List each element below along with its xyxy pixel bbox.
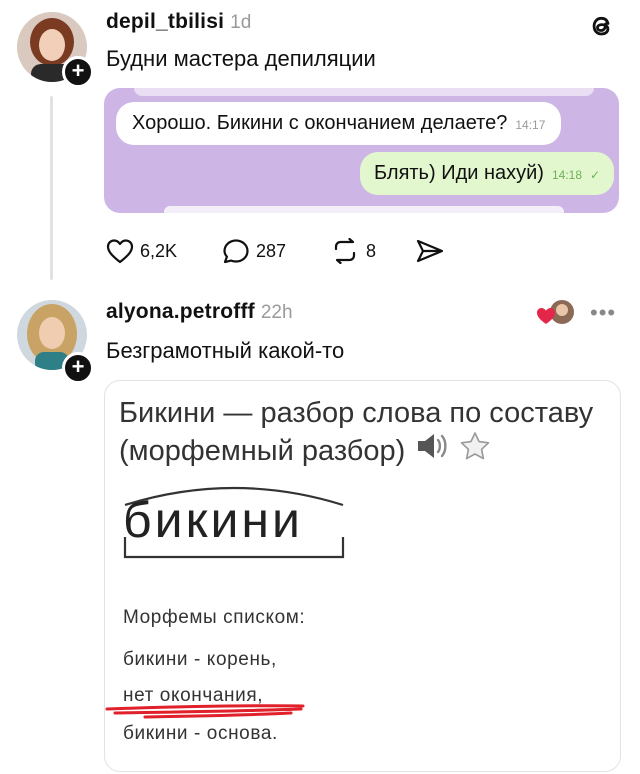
chat-top-strip xyxy=(134,88,594,96)
incoming-message-text: Хорошо. Бикини с окончанием делаете? xyxy=(132,112,508,134)
outgoing-message-text: Блять) Иди нахуй) xyxy=(374,162,544,184)
morpheme-item: бикини - основа. xyxy=(123,723,278,744)
repost-icon xyxy=(334,238,356,264)
threads-logo-icon[interactable] xyxy=(586,10,618,42)
incoming-message: Хорошо. Бикини с окончанием делаете? 14:1… xyxy=(116,102,562,145)
article-title-line1: Бикини — разбор слова по составу xyxy=(119,397,594,429)
liked-by-author-avatar xyxy=(536,298,576,328)
send-icon xyxy=(416,239,444,263)
chat-screenshot[interactable]: Хорошо. Бикини с окончанием делаете? 14:1… xyxy=(104,88,619,213)
morphemes-header: Морфемы списком: xyxy=(123,607,306,628)
post-text: Безграмотный какой-то xyxy=(106,338,345,363)
star-icon[interactable] xyxy=(459,431,491,470)
post-text: Будни мастера депиляции xyxy=(106,46,376,71)
chat-bottom-strip xyxy=(164,206,564,213)
post-time: 1d xyxy=(230,12,252,33)
comment-icon xyxy=(223,239,249,264)
stem-bracket xyxy=(123,537,345,559)
post-time: 22h xyxy=(260,302,293,323)
thread-line xyxy=(50,96,53,280)
comment-button[interactable]: 287 xyxy=(222,238,286,264)
incoming-message-time: 14:17 xyxy=(515,118,546,132)
morpheme-diagram: бикини xyxy=(119,477,349,565)
follow-plus-button[interactable]: + xyxy=(62,56,94,88)
heart-icon xyxy=(106,239,134,264)
red-underline-annotation xyxy=(105,704,305,719)
repost-count: 8 xyxy=(366,240,377,261)
more-options-icon[interactable]: ••• xyxy=(590,300,616,326)
share-button[interactable] xyxy=(415,238,445,269)
repost-button[interactable]: 8 xyxy=(330,238,376,264)
outgoing-message-time: 14:18 xyxy=(551,168,583,182)
article-title-line2: (морфемный разбор) xyxy=(119,434,406,467)
outgoing-message: Блять) Иди нахуй) 14:18 ✓ xyxy=(360,152,615,195)
comment-count: 287 xyxy=(256,240,287,261)
username[interactable]: depil_tbilisi xyxy=(106,10,224,34)
follow-plus-button[interactable]: + xyxy=(62,352,94,384)
article-title: Бикини — разбор слова по составу (морфем… xyxy=(119,395,609,470)
like-button[interactable]: 6,2K xyxy=(106,238,177,264)
username[interactable]: alyona.petrofff xyxy=(106,300,255,324)
like-count: 6,2K xyxy=(140,240,178,261)
read-check-icon: ✓ xyxy=(590,168,601,182)
morpheme-item: бикини - корень, xyxy=(123,649,277,670)
article-screenshot[interactable]: Бикини — разбор слова по составу (морфем… xyxy=(104,380,621,772)
speaker-icon[interactable] xyxy=(415,431,449,470)
